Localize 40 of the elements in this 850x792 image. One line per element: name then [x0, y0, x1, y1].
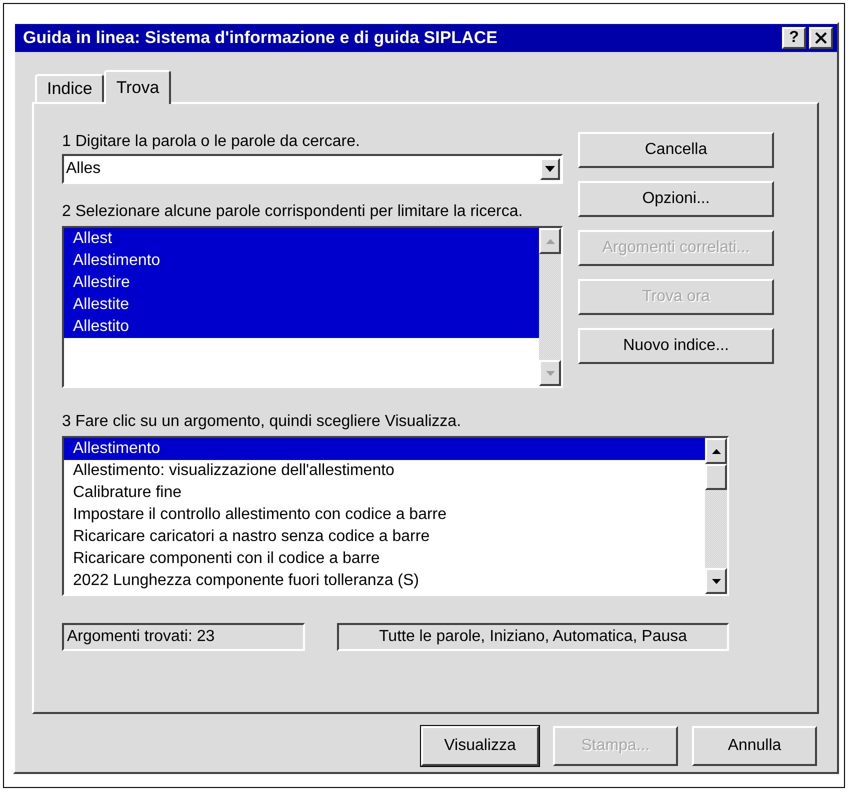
- list-item[interactable]: Allestite: [64, 294, 539, 316]
- side-button[interactable]: Cancella: [578, 132, 774, 168]
- scroll-up-button[interactable]: [705, 438, 727, 464]
- step-label: 3 Fare clic su un argomento, quindi scegliere Visualizza.: [62, 412, 462, 432]
- status-field: Tutte le parole, Iniziano, Automatica, Pausa: [337, 623, 729, 651]
- step-label: 1 Digitare la parola o le parole da cercare.: [62, 132, 361, 152]
- list-item[interactable]: Allestimento: [64, 438, 705, 460]
- up-arrow-icon: [712, 448, 720, 454]
- list-item[interactable]: Allestimento: visualizzazione dell'allestimento: [64, 460, 705, 482]
- list-item[interactable]: Impostare il controllo allestimento con codice a barre: [64, 504, 705, 526]
- side-button[interactable]: Nuovo indice...: [578, 328, 774, 364]
- search-combobox[interactable]: Alles: [62, 154, 563, 184]
- list-item[interactable]: Allestimento: [64, 250, 539, 272]
- up-arrow-icon: [546, 238, 554, 244]
- dropdown-button[interactable]: [540, 158, 560, 180]
- list-item[interactable]: Allestire: [64, 272, 539, 294]
- down-arrow-icon: [545, 166, 555, 172]
- dialog-button[interactable]: Visualizza: [421, 726, 539, 766]
- list-item[interactable]: Allest: [64, 228, 539, 250]
- close-button[interactable]: [809, 27, 833, 49]
- scroll-down-button[interactable]: [705, 568, 727, 594]
- window-title: Guida in linea: Sistema d'informazione e di guida SIPLACE: [23, 28, 498, 48]
- list-item[interactable]: 2022 Lunghezza componente fuori tolleranza (S): [64, 570, 705, 592]
- side-button[interactable]: Opzioni...: [578, 181, 774, 217]
- tab[interactable]: Trova: [104, 70, 172, 104]
- dialog-button[interactable]: Annulla: [692, 726, 817, 766]
- list-item[interactable]: Ricaricare caricatori a nastro senza codice a barre: [64, 526, 705, 548]
- close-icon: [815, 32, 827, 44]
- scroll-down-button[interactable]: [539, 360, 561, 386]
- scroll-thumb[interactable]: [705, 464, 727, 490]
- step-label: 2 Selezionare alcune parole corrispondenti per limitare la ricerca.: [62, 202, 524, 222]
- list-item[interactable]: Calibrature fine: [64, 482, 705, 504]
- status-field: Argomenti trovati: 23: [62, 623, 305, 651]
- tab[interactable]: Indice: [35, 74, 104, 102]
- help-button[interactable]: ?: [782, 27, 806, 49]
- down-arrow-icon: [546, 370, 554, 376]
- list-item[interactable]: Allestito: [64, 316, 539, 338]
- list-item[interactable]: Ricaricare componenti con il codice a barre: [64, 548, 705, 570]
- down-arrow-icon: [712, 578, 720, 584]
- scroll-up-button[interactable]: [539, 228, 561, 254]
